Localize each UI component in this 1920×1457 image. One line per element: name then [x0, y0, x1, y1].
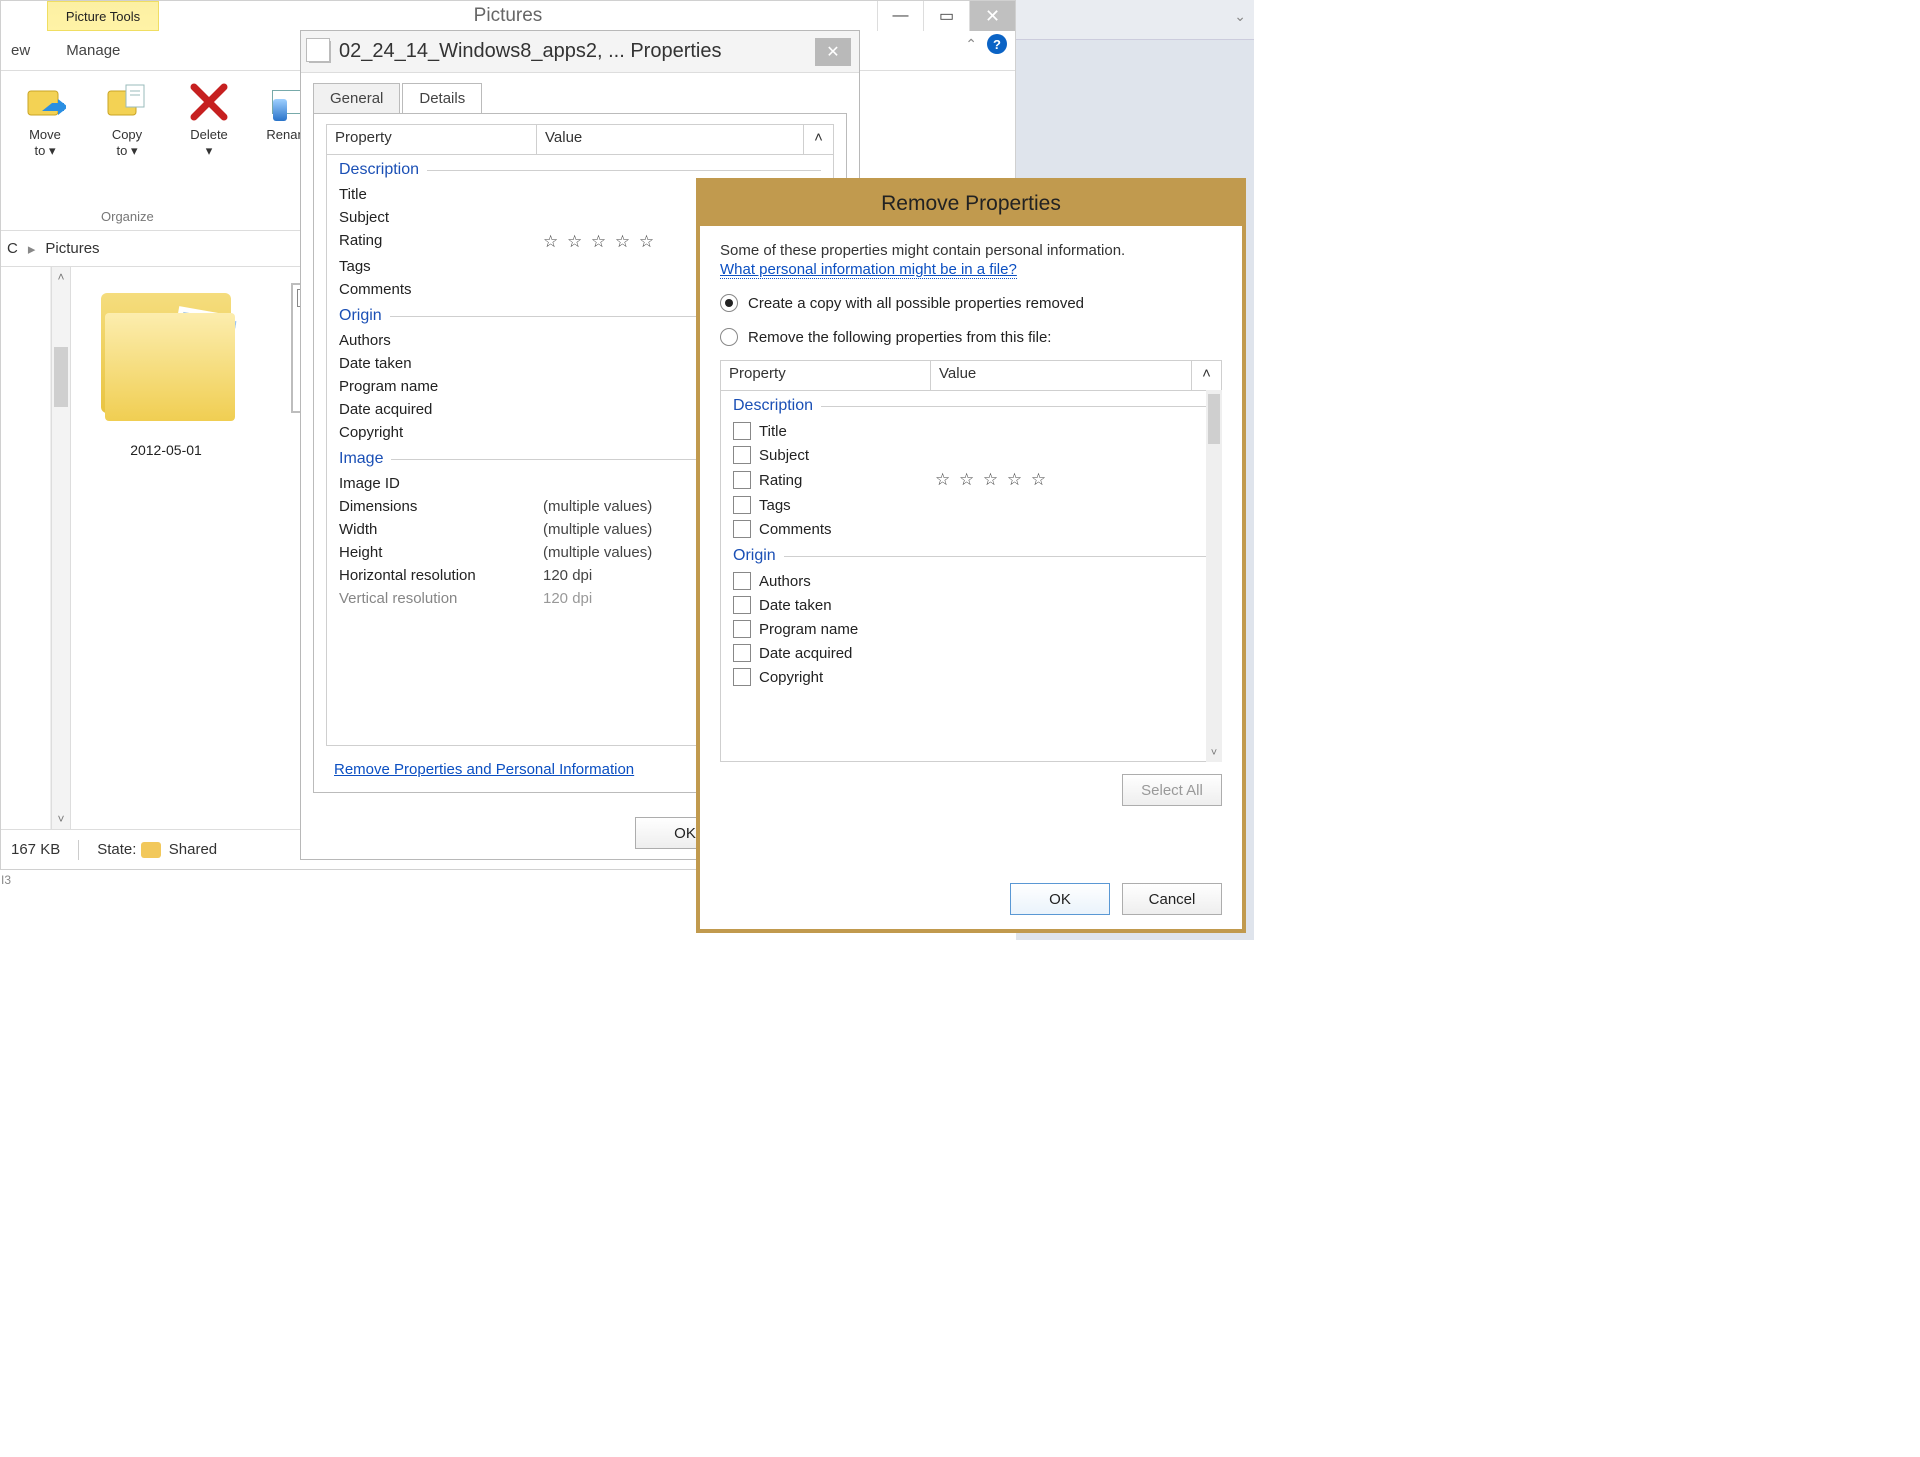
list-scrollbar[interactable]: ˅ [1206, 390, 1222, 762]
remove-row[interactable]: Title [721, 419, 1221, 443]
ok-button[interactable]: OK [1010, 883, 1110, 915]
radio-icon[interactable] [720, 328, 738, 346]
copy-to-button[interactable]: Copy to ▾ [91, 79, 163, 160]
col-value[interactable]: Value [931, 361, 1191, 390]
radio-icon[interactable] [720, 294, 738, 312]
remove-row[interactable]: Tags [721, 493, 1221, 517]
info-text: Some of these properties might contain p… [720, 242, 1222, 259]
scroll-up-icon[interactable]: ˄ [52, 267, 70, 287]
scroll-down-icon[interactable]: ˅ [52, 809, 70, 829]
checkbox[interactable] [733, 644, 751, 662]
folder-move-icon [24, 81, 66, 123]
folder-copy-icon [106, 81, 148, 123]
star-rating-icon: ☆ ☆ ☆ ☆ ☆ [935, 470, 1221, 490]
remove-property-list: Property Value ˄ Description Title Subje… [720, 360, 1222, 762]
folder-icon [91, 283, 241, 433]
section-description: Description [721, 391, 1221, 419]
browser-chrome: ⌄ [1016, 0, 1254, 40]
help-icon[interactable]: ? [987, 34, 1007, 54]
checkbox[interactable] [733, 520, 751, 538]
scroll-down-icon[interactable]: ˅ [1206, 744, 1222, 762]
status-size: 167 KB [11, 841, 60, 858]
status-state-value: Shared [169, 841, 217, 858]
close-button[interactable]: ✕ [969, 1, 1015, 31]
breadcrumb-pictures[interactable]: Pictures [45, 240, 99, 257]
chevron-right-icon [22, 240, 42, 258]
breadcrumb-pc[interactable]: C [7, 240, 18, 257]
nav-pane [1, 267, 51, 829]
folder-item[interactable]: 2012-05-01 [81, 283, 251, 459]
section-origin: Origin [721, 541, 1221, 569]
remove-dialog-title: Remove Properties [700, 182, 1242, 226]
remove-row[interactable]: Subject [721, 443, 1221, 467]
ribbon-group-label: Organize [101, 209, 154, 224]
properties-title: 02_24_14_Windows8_apps2, ... Properties [339, 40, 807, 63]
nav-scrollbar[interactable]: ˄ ˅ [51, 267, 71, 829]
checkbox[interactable] [733, 596, 751, 614]
checkbox[interactable] [733, 471, 751, 489]
remove-row[interactable]: Copyright [721, 665, 1221, 689]
checkbox[interactable] [733, 620, 751, 638]
tab-general[interactable]: General [313, 83, 400, 113]
chevron-down-icon[interactable]: ⌄ [1234, 8, 1246, 25]
checkbox[interactable] [733, 668, 751, 686]
minimize-button[interactable]: — [877, 1, 923, 31]
scroll-up-icon[interactable]: ˄ [803, 125, 833, 154]
status-i3: I3 [1, 873, 11, 887]
scroll-thumb[interactable] [54, 347, 68, 407]
remove-row[interactable]: Rating☆ ☆ ☆ ☆ ☆ [721, 467, 1221, 493]
delete-x-icon [188, 81, 230, 123]
col-property[interactable]: Property [721, 361, 931, 390]
remove-properties-dialog: Remove Properties Some of these properti… [696, 178, 1246, 933]
remove-properties-link[interactable]: Remove Properties and Personal Informati… [334, 761, 634, 778]
remove-row[interactable]: Comments [721, 517, 1221, 541]
picture-tools-tab[interactable]: Picture Tools [47, 1, 159, 31]
status-state-label: State: [97, 841, 136, 858]
copy-to-label: Copy to ▾ [112, 127, 142, 160]
tab-details[interactable]: Details [402, 83, 482, 113]
checkbox[interactable] [733, 496, 751, 514]
col-value[interactable]: Value [537, 125, 803, 154]
scroll-up-icon[interactable]: ˄ [1191, 361, 1221, 390]
multi-file-icon [309, 41, 331, 63]
ribbon-tab-manage[interactable]: Manage [62, 36, 124, 65]
remove-row[interactable]: Date taken [721, 593, 1221, 617]
info-link[interactable]: What personal information might be in a … [720, 261, 1017, 279]
remove-row[interactable]: Authors [721, 569, 1221, 593]
cancel-button[interactable]: Cancel [1122, 883, 1222, 915]
radio-create-copy[interactable]: Create a copy with all possible properti… [720, 294, 1222, 312]
folder-label: 2012-05-01 [130, 441, 202, 459]
close-icon[interactable]: ✕ [815, 38, 851, 66]
delete-button[interactable]: Delete ▾ [173, 79, 245, 160]
radio-remove-following[interactable]: Remove the following properties from thi… [720, 328, 1222, 346]
collapse-ribbon-icon[interactable]: ⌃ [965, 36, 977, 53]
remove-row[interactable]: Date acquired [721, 641, 1221, 665]
select-all-button[interactable]: Select All [1122, 774, 1222, 806]
ribbon-tab-view[interactable]: ew [7, 36, 34, 65]
col-property[interactable]: Property [327, 125, 537, 154]
checkbox[interactable] [733, 422, 751, 440]
scroll-thumb[interactable] [1208, 394, 1220, 444]
remove-row[interactable]: Program name [721, 617, 1221, 641]
delete-label: Delete ▾ [190, 127, 228, 160]
checkbox[interactable] [733, 572, 751, 590]
move-to-button[interactable]: Move to ▾ [9, 79, 81, 160]
maximize-button[interactable]: ▭ [923, 1, 969, 31]
checkbox[interactable] [733, 446, 751, 464]
move-to-label: Move to ▾ [29, 127, 61, 160]
people-icon [141, 842, 161, 858]
